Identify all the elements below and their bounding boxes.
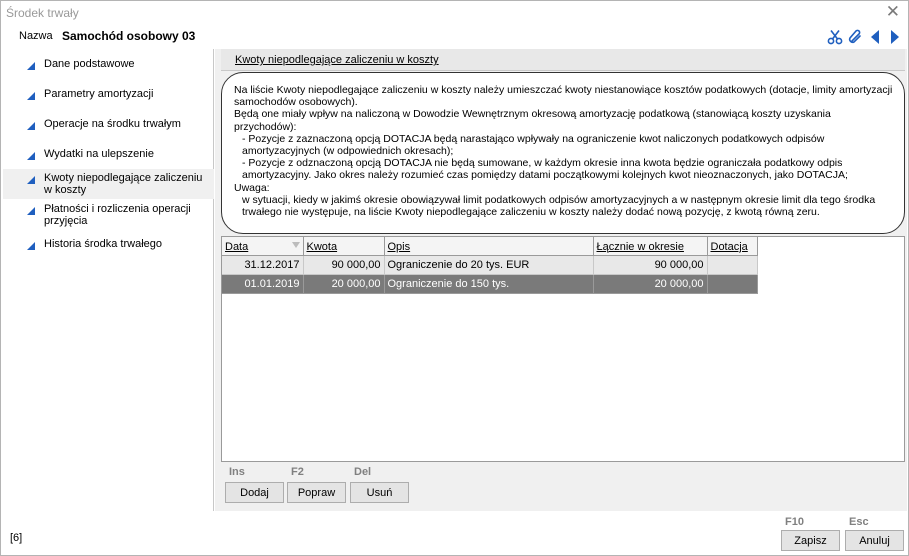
window-title: Środek trwały — [6, 6, 79, 20]
sidebar-item-wydatki[interactable]: Wydatki na ulepszenie — [3, 148, 214, 164]
section-title: Kwoty niepodlegające zaliczeniu w koszty — [235, 54, 439, 66]
table-row[interactable]: 31.12.2017 90 000,00 Ograniczenie do 20 … — [222, 255, 758, 275]
add-button[interactable]: Dodaj — [225, 482, 284, 503]
edit-shortcut: F2 — [291, 466, 304, 478]
cell-kwota[interactable]: 20 000,00 — [303, 274, 385, 294]
sidebar-item-platnosci[interactable]: Płatności i rozliczenia operacji przyjęc… — [3, 203, 214, 231]
data-grid[interactable]: Data Kwota Opis Łącznie w okresie Dotacj… — [221, 236, 905, 462]
sidebar-item-kwoty[interactable]: Kwoty niepodlegające zaliczeniu w koszty — [3, 169, 214, 199]
sort-indicator-icon — [291, 242, 300, 248]
sidebar-item-label: Historia środka trwałego — [44, 238, 162, 250]
sidebar-item-operacje[interactable]: Operacje na środku trwałym — [3, 118, 214, 134]
info-text: - Pozycje z odznaczoną opcją DOTACJA nie… — [242, 157, 848, 182]
sidebar-item-label: Dane podstawowe — [44, 58, 135, 70]
close-icon[interactable]: ✕ — [886, 3, 900, 21]
title-bar: Środek trwały ✕ — [1, 1, 908, 25]
cell-kwota[interactable]: 90 000,00 — [303, 255, 385, 275]
sidebar-item-dane-podstawowe[interactable]: Dane podstawowe — [3, 58, 214, 74]
column-header-label: Data — [225, 240, 249, 253]
info-text: Na liście Kwoty niepodlegające zaliczeni… — [234, 84, 893, 109]
arrow-right-icon[interactable] — [886, 28, 904, 46]
triangle-bullet-icon — [27, 122, 35, 130]
sidebar-item-parametry-amortyzacji[interactable]: Parametry amortyzacji — [3, 88, 214, 104]
toolbar-icons — [826, 27, 904, 47]
info-box: Na liście Kwoty niepodlegające zaliczeni… — [221, 72, 905, 234]
main-content: Kwoty niepodlegające zaliczeniu w koszty… — [215, 49, 907, 511]
cell-dotacja[interactable] — [707, 255, 758, 275]
triangle-bullet-icon — [27, 92, 35, 100]
section-header: Kwoty niepodlegające zaliczeniu w koszty — [221, 49, 905, 71]
cell-lacznie[interactable]: 20 000,00 — [593, 274, 708, 294]
cell-opis[interactable]: Ograniczenie do 20 tys. EUR — [384, 255, 594, 275]
column-header-opis[interactable]: Opis — [384, 237, 594, 256]
asset-window: Środek trwały ✕ Nazwa Samochód osobowy 0… — [0, 0, 909, 556]
name-value: Samochód osobowy 03 — [62, 29, 196, 43]
info-text: Uwaga: — [234, 181, 270, 194]
cancel-button[interactable]: Anuluj — [845, 530, 904, 551]
triangle-bullet-icon — [27, 176, 35, 184]
cell-opis[interactable]: Ograniczenie do 150 tys. — [384, 274, 594, 294]
sidebar-item-historia[interactable]: Historia środka trwałego — [3, 238, 214, 254]
delete-button[interactable]: Usuń — [350, 482, 409, 503]
sidebar-item-label: Wydatki na ulepszenie — [44, 148, 154, 160]
status-count: [6] — [10, 532, 23, 544]
column-header-kwota[interactable]: Kwota — [303, 237, 385, 256]
cell-data[interactable]: 31.12.2017 — [222, 255, 304, 275]
info-text: Będą one miały wpływ na naliczoną w Dowo… — [234, 108, 831, 133]
triangle-bullet-icon — [27, 152, 35, 160]
info-text: w sytuacji, kiedy w jakimś okresie obowi… — [242, 193, 876, 219]
delete-shortcut: Del — [354, 466, 372, 478]
save-shortcut: F10 — [785, 516, 804, 528]
sidebar-item-label: Parametry amortyzacji — [44, 88, 154, 100]
sidebar: Dane podstawowe Parametry amortyzacji Op… — [3, 49, 214, 511]
sidebar-item-label: Operacje na środku trwałym — [44, 118, 181, 130]
cell-data[interactable]: 01.01.2019 — [222, 274, 304, 294]
arrow-left-icon[interactable] — [866, 28, 884, 46]
name-bar: Nazwa Samochód osobowy 03 — [1, 25, 908, 49]
sidebar-item-label: Kwoty niepodlegające zaliczeniu w koszty — [44, 172, 203, 196]
sidebar-item-label: Płatności i rozliczenia operacji przyjęc… — [44, 203, 191, 227]
limits-table: Data Kwota Opis Łącznie w okresie Dotacj… — [222, 237, 758, 294]
add-shortcut: Ins — [229, 466, 245, 478]
column-header-lacznie[interactable]: Łącznie w okresie — [593, 237, 708, 256]
cell-lacznie[interactable]: 90 000,00 — [593, 255, 708, 275]
name-label: Nazwa — [19, 30, 53, 42]
scissors-icon[interactable] — [826, 28, 844, 46]
edit-button[interactable]: Popraw — [287, 482, 346, 503]
triangle-bullet-icon — [27, 62, 35, 70]
cancel-shortcut: Esc — [849, 516, 869, 528]
cell-dotacja[interactable] — [707, 274, 758, 294]
save-button[interactable]: Zapisz — [781, 530, 840, 551]
table-row[interactable]: 01.01.2019 20 000,00 Ograniczenie do 150… — [222, 274, 758, 294]
column-header-data[interactable]: Data — [222, 237, 304, 256]
triangle-bullet-icon — [27, 242, 35, 250]
triangle-bullet-icon — [27, 207, 35, 215]
paperclip-icon[interactable] — [846, 28, 864, 46]
info-text: - Pozycje z zaznaczoną opcją DOTACJA będ… — [242, 132, 825, 158]
column-header-dotacja[interactable]: Dotacja — [707, 237, 758, 256]
